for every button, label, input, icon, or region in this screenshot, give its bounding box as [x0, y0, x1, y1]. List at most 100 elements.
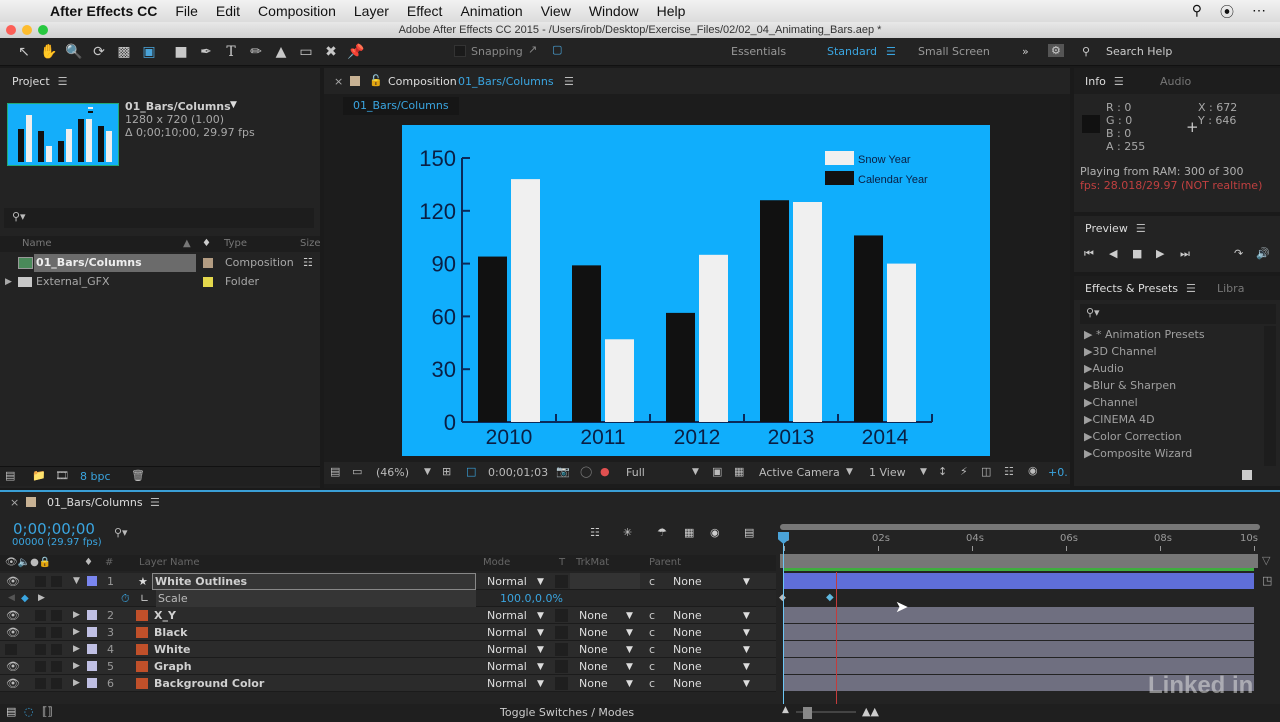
expand-arrow-icon[interactable]: ▶ [73, 607, 80, 624]
snapshot-icon[interactable]: 📷 [556, 465, 570, 478]
zoom-slider-thumb[interactable] [803, 707, 812, 719]
layer-row[interactable]: 👁 ▶ 5 Graph Normal ▼ None ▼ ϲ None ▼ [0, 658, 776, 675]
comp-breadcrumb[interactable]: 01_Bars/Columns [343, 97, 459, 115]
menu-layer[interactable]: Layer [354, 3, 389, 19]
spotlight-search-icon[interactable]: ⚲ [1192, 2, 1202, 22]
parent-dropdown[interactable]: None [673, 675, 702, 692]
lock-toggle[interactable] [51, 576, 62, 587]
menu-view[interactable]: View [541, 3, 571, 19]
menu-edit[interactable]: Edit [216, 3, 240, 19]
effects-category[interactable]: ▶Channel [1084, 396, 1138, 409]
trkmat-dropdown[interactable]: None [579, 675, 608, 692]
comp-marker-bin-icon[interactable]: ▽ [1262, 554, 1270, 567]
workspace-small-screen[interactable]: Small Screen [918, 45, 990, 58]
add-keyframe-icon[interactable]: ◆ [21, 590, 29, 607]
menu-composition[interactable]: Composition [258, 3, 336, 19]
first-frame-icon[interactable]: ⏮ [1084, 247, 1094, 261]
eraser-tool-icon[interactable]: ▭ [295, 42, 317, 62]
lock-toggle[interactable] [51, 661, 62, 672]
trkmat-dropdown[interactable]: None [579, 607, 608, 624]
expand-arrow-icon[interactable]: ▶ [73, 658, 80, 675]
menu-window[interactable]: Window [589, 3, 639, 19]
composition-canvas[interactable]: 0 30 60 90 120 150 2010 2011 2012 2013 2014 Snow Ye… [402, 125, 990, 456]
layer-label-color[interactable] [87, 678, 97, 688]
layer-row[interactable]: 👁 ▶ 3 Black Normal ▼ None ▼ ϲ None ▼ [0, 624, 776, 641]
parent-dropdown[interactable]: None [673, 658, 702, 675]
layer-row[interactable]: ▶ 4 White Normal ▼ None ▼ ϲ None ▼ [0, 641, 776, 658]
layer-label-color[interactable] [87, 610, 97, 620]
puppet-pin-tool-icon[interactable]: 📌 [345, 42, 367, 62]
zoom-window-button[interactable] [38, 25, 48, 35]
fast-previews-icon[interactable]: ▣ [712, 465, 722, 478]
layer-name[interactable]: X_Y [154, 607, 176, 624]
layer-name[interactable]: Graph [154, 658, 192, 675]
region-of-interest-icon[interactable]: ⊞ [442, 465, 451, 478]
parent-dropdown[interactable]: None [673, 573, 702, 590]
search-help-input[interactable]: Search Help [1106, 45, 1172, 58]
close-tab-icon[interactable]: × [10, 496, 19, 509]
scale-value[interactable]: 100.0,0.0% [500, 590, 563, 607]
composition-tab-prefix[interactable]: Composition [388, 75, 457, 88]
lock-toggle[interactable] [51, 678, 62, 689]
layer-duration-bar-1[interactable] [784, 573, 1254, 589]
previous-frame-icon[interactable]: ◀ [1109, 247, 1117, 260]
graph-editor-icon[interactable]: ▤ [744, 526, 754, 539]
comp-dropdown-icon[interactable]: ▼ [230, 100, 237, 110]
pick-whip-icon[interactable]: ϲ [649, 675, 655, 692]
project-item[interactable]: 01_Bars/Columns Composition ☷ [0, 254, 320, 272]
type-tool-icon[interactable]: T [220, 42, 242, 62]
pick-whip-icon[interactable]: ϲ [649, 658, 655, 675]
graph-icon[interactable]: ∟ [140, 590, 149, 607]
trkmat-dropdown[interactable]: None [579, 658, 608, 675]
trkmat-dropdown[interactable]: None [579, 641, 608, 658]
layer-duration-bar[interactable] [784, 607, 1254, 623]
solo-toggle[interactable] [35, 576, 46, 587]
effects-search-input[interactable]: ⚲▾ [1080, 304, 1276, 324]
layer-row[interactable]: 👁 ▶ 2 X_Y Normal ▼ None ▼ ϲ None ▼ [0, 607, 776, 624]
preserve-transparency-toggle[interactable] [555, 677, 568, 690]
show-snapshot-icon[interactable]: ◯ [580, 465, 592, 478]
effects-category[interactable]: ▶CINEMA 4D [1084, 413, 1155, 426]
panel-menu-icon[interactable]: ☰ [150, 496, 160, 509]
grid-guides-icon[interactable]: □ [466, 465, 476, 478]
loop-icon[interactable]: ↷ [1234, 247, 1243, 260]
blend-mode-dropdown[interactable]: Normal [487, 641, 527, 658]
property-row-scale[interactable]: ◀ ◆ ▶ ⏱ ∟ Scale 100.0,0.0% [0, 590, 776, 607]
effects-category[interactable]: ▶3D Channel [1084, 345, 1157, 358]
blend-mode-dropdown[interactable]: Normal [487, 624, 527, 641]
composition-tab-name[interactable]: 01_Bars/Columns [458, 75, 554, 88]
audio-icon[interactable]: 🔊 [1256, 247, 1270, 260]
toggle-switches-modes-button[interactable]: Toggle Switches / Modes [500, 706, 634, 719]
blend-mode-dropdown[interactable]: Normal [487, 658, 527, 675]
layer-duration-bar[interactable] [784, 641, 1254, 657]
solo-toggle[interactable] [35, 627, 46, 638]
timeline-icon[interactable]: ◫ [981, 465, 991, 478]
column-type[interactable]: Type [224, 236, 247, 252]
preserve-transparency-toggle[interactable] [555, 660, 568, 673]
visibility-eye-icon[interactable]: 👁 [6, 624, 20, 641]
pick-whip-icon[interactable]: ϲ [649, 573, 655, 590]
panel-menu-icon[interactable]: ☰ [564, 75, 574, 88]
time-ruler[interactable]: 0s02s04s06s08s10s [778, 532, 1260, 552]
hide-shy-layers-icon[interactable]: ☂ [657, 526, 667, 539]
preserve-transparency-toggle[interactable] [555, 575, 568, 588]
zoom-tool-icon[interactable]: 🔍 [63, 42, 85, 62]
layer-duration-bar[interactable] [784, 624, 1254, 640]
layer-label-color[interactable] [87, 661, 97, 671]
effects-category[interactable]: ▶Audio [1084, 362, 1124, 375]
composition-flowchart-icon[interactable]: ☷ [590, 526, 600, 539]
solo-toggle[interactable] [35, 678, 46, 689]
layer-switches-icon[interactable]: ▤ [6, 705, 16, 718]
next-keyframe-icon[interactable]: ▶ [38, 590, 45, 607]
rotation-tool-icon[interactable]: ⟳ [88, 42, 110, 62]
effects-category[interactable]: ▶ * Animation Presets [1084, 328, 1205, 341]
workspace-menu-icon[interactable]: ☰ [886, 45, 896, 58]
in-out-panes-icon[interactable]: ⟦⟧ [42, 705, 53, 718]
visibility-eye-icon[interactable]: 👁 [6, 675, 20, 692]
layer-row[interactable]: 👁 ▼ 1 ★ White Outlines Normal ▼ ϲ None ▼ [0, 573, 776, 590]
preserve-transparency-toggle[interactable] [555, 626, 568, 639]
effects-category[interactable]: ▶Blur & Sharpen [1084, 379, 1176, 392]
stopwatch-icon[interactable]: ⏱ [121, 590, 130, 607]
motion-blur-icon[interactable]: ◉ [710, 526, 720, 539]
resolution-dropdown[interactable]: Full [626, 466, 645, 479]
